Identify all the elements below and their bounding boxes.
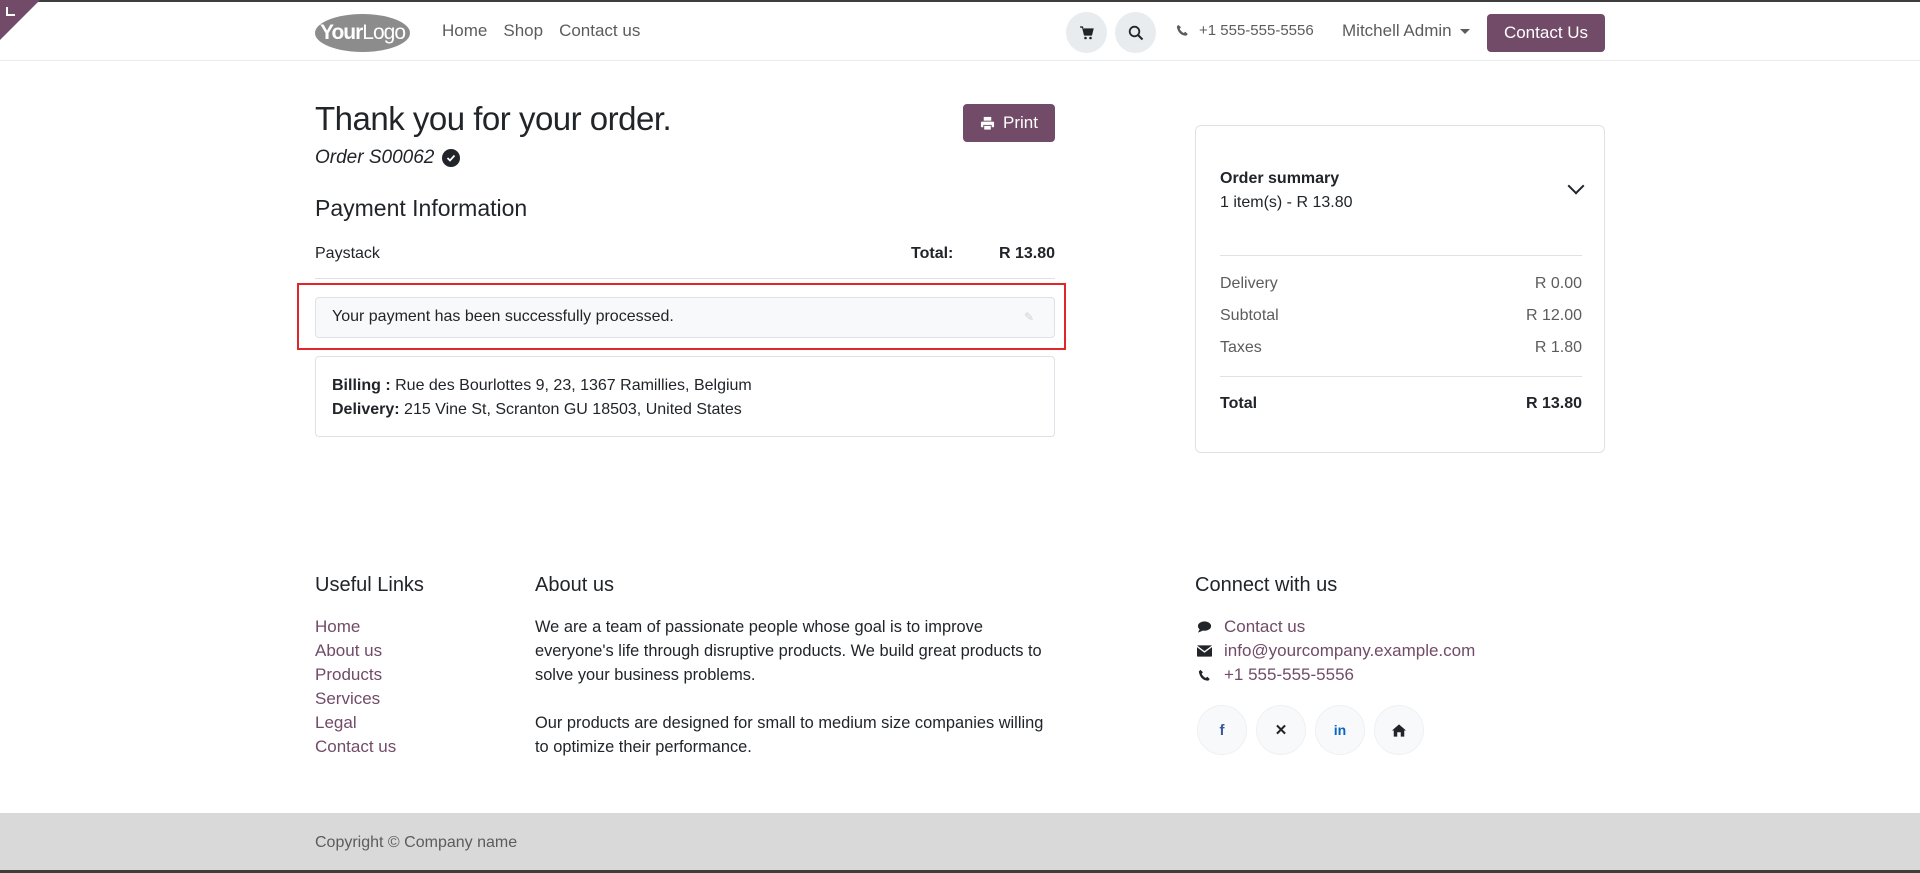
summary-row-subtotal: Subtotal R 12.00: [1220, 307, 1582, 325]
phone-icon: [1196, 669, 1212, 682]
summary-row-delivery: Delivery R 0.00: [1220, 275, 1582, 293]
order-summary-title[interactable]: Order summary: [1220, 170, 1339, 188]
summary-total: Total R 13.80: [1220, 395, 1582, 413]
payment-method: Paystack: [315, 245, 380, 262]
copyright-bar: Copyright © Company name: [0, 813, 1920, 873]
copyright-text: Copyright © Company name: [315, 834, 518, 851]
envelope-icon: [1196, 645, 1212, 657]
delivery-line: Delivery: 215 Vine St, Scranton GU 18503…: [332, 398, 1038, 422]
summary-row-value: R 12.00: [1525, 307, 1582, 324]
page-title: Thank you for your order.: [315, 100, 672, 137]
payment-total-label: Total:: [911, 245, 954, 262]
nav-contact-us[interactable]: Contact us: [559, 21, 640, 41]
cart-button[interactable]: [1066, 12, 1107, 53]
footer-link-legal[interactable]: Legal: [315, 711, 396, 735]
site-header: Your Logo Home Shop Contact us +1 555-555…: [0, 2, 1920, 61]
user-menu[interactable]: Mitchell Admin: [1342, 21, 1470, 41]
about-title: About us: [535, 574, 614, 596]
about-text: We are a team of passionate people whose…: [535, 615, 1055, 783]
connect-email[interactable]: info@yourcompany.example.com: [1196, 639, 1475, 663]
footer-link-products[interactable]: Products: [315, 663, 396, 687]
summary-row-value: R 1.80: [1534, 339, 1582, 356]
about-paragraph-1: We are a team of passionate people whose…: [535, 618, 1042, 684]
x-icon: ✕: [1274, 722, 1288, 739]
connect-phone[interactable]: +1 555-555-5556: [1196, 663, 1475, 687]
summary-total-value: R 13.80: [1525, 395, 1582, 412]
header-phone-number: +1 555-555-5556: [1199, 22, 1314, 39]
billing-line: Billing : Rue des Bourlottes 9, 23, 1367…: [332, 374, 1038, 398]
linkedin-icon: in: [1333, 722, 1347, 738]
home-icon: [1392, 723, 1406, 737]
connect-phone-label: +1 555-555-5556: [1224, 665, 1354, 684]
billing-label: Billing :: [332, 377, 391, 394]
order-summary-items: 1 item(s) - R 13.80: [1220, 194, 1353, 211]
nav-shop[interactable]: Shop: [503, 21, 543, 41]
divider: [1220, 376, 1582, 377]
main-nav: Home Shop Contact us: [442, 21, 656, 41]
printer-icon: [980, 116, 995, 131]
footer-link-services[interactable]: Services: [315, 687, 396, 711]
pencil-icon: ✎: [1023, 310, 1034, 324]
delivery-label: Delivery:: [332, 401, 400, 418]
connect-contact-label: Contact us: [1224, 617, 1306, 636]
order-summary-card: Order summary 1 item(s) - R 13.80 Delive…: [1195, 125, 1605, 453]
check-circle-icon: [442, 149, 461, 167]
search-button[interactable]: [1115, 12, 1156, 53]
summary-total-label: Total: [1220, 395, 1258, 412]
useful-links-list: Home About us Products Services Legal Co…: [315, 615, 396, 759]
header-phone[interactable]: +1 555-555-5556: [1176, 22, 1314, 39]
footer-link-contact[interactable]: Contact us: [315, 735, 396, 759]
address-card: Billing : Rue des Bourlottes 9, 23, 1367…: [315, 356, 1055, 437]
nav-home[interactable]: Home: [442, 21, 487, 41]
payment-info-title: Payment Information: [315, 195, 528, 221]
print-button[interactable]: Print: [963, 104, 1055, 142]
connect-email-label: info@yourcompany.example.com: [1224, 641, 1476, 660]
useful-links-title: Useful Links: [315, 574, 424, 596]
user-name: Mitchell Admin: [1342, 21, 1452, 40]
delivery-address: 215 Vine St, Scranton GU 18503, United S…: [404, 401, 742, 418]
billing-address: Rue des Bourlottes 9, 23, 1367 Ramillies…: [395, 377, 752, 394]
site-logo[interactable]: Your Logo: [315, 14, 410, 52]
connect-contact[interactable]: Contact us: [1196, 615, 1475, 639]
facebook-button[interactable]: f: [1197, 705, 1247, 755]
linkedin-button[interactable]: in: [1315, 705, 1365, 755]
order-number: Order S00062: [315, 147, 435, 168]
chevron-down-icon[interactable]: [1567, 177, 1585, 195]
facebook-icon: f: [1219, 721, 1225, 739]
summary-row-label: Taxes: [1220, 339, 1262, 356]
payment-row: Paystack Total: R 13.80: [315, 245, 1055, 279]
footer-link-home[interactable]: Home: [315, 615, 396, 639]
x-button[interactable]: ✕: [1256, 705, 1306, 755]
about-paragraph-2: Our products are designed for small to m…: [535, 714, 1044, 756]
print-label: Print: [1003, 113, 1038, 132]
summary-row-label: Subtotal: [1220, 307, 1279, 324]
comment-icon: [1196, 620, 1212, 634]
phone-icon: [1176, 24, 1188, 36]
corner-icon: [6, 7, 15, 16]
summary-row-taxes: Taxes R 1.80: [1220, 339, 1582, 357]
summary-row-value: R 0.00: [1534, 275, 1582, 292]
edit-corner-ribbon[interactable]: [0, 0, 40, 40]
order-reference: Order S00062: [315, 147, 461, 169]
cart-icon: [1079, 25, 1094, 39]
logo-text-light: Logo: [362, 21, 406, 44]
footer-link-about[interactable]: About us: [315, 639, 396, 663]
logo-text-bold: Your: [320, 21, 363, 44]
connect-title: Connect with us: [1195, 574, 1338, 596]
summary-row-label: Delivery: [1220, 275, 1278, 292]
home-button[interactable]: [1374, 705, 1424, 755]
search-icon: [1128, 25, 1143, 40]
payment-status-alert: Your payment has been successfully proce…: [315, 297, 1055, 338]
divider: [1220, 255, 1582, 256]
connect-list: Contact us info@yourcompany.example.com …: [1196, 615, 1475, 687]
payment-status-text: Your payment has been successfully proce…: [332, 308, 674, 325]
caret-down-icon: [1459, 28, 1470, 34]
payment-total-value: R 13.80: [998, 245, 1055, 262]
contact-us-button[interactable]: Contact Us: [1487, 14, 1605, 52]
